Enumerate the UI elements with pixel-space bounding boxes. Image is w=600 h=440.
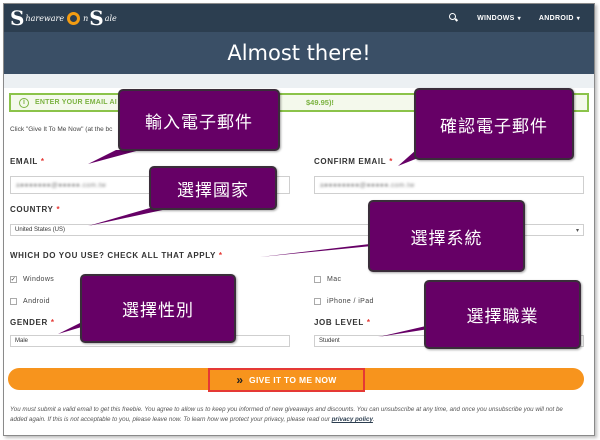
search-icon[interactable]: [449, 13, 459, 23]
required-mark: *: [389, 157, 393, 166]
logo-word: hareware: [25, 13, 65, 23]
disclaimer-end: .: [372, 416, 375, 423]
required-mark: *: [40, 157, 45, 166]
os-option-mac[interactable]: Mac: [314, 276, 341, 283]
required-mark: *: [218, 251, 223, 260]
required-mark: *: [56, 205, 61, 214]
header-divider-strip: [4, 74, 594, 88]
os-option-iphone[interactable]: iPhone / iPad: [314, 298, 374, 305]
top-navigation-bar: S hareware n S ale WINDOWS ▾ ANDROID ▾: [4, 4, 594, 32]
country-label: COUNTRY *: [10, 205, 60, 214]
chevron-down-icon: ▾: [576, 15, 580, 22]
callout-email: 輸入電子郵件: [118, 89, 280, 151]
callout-confirm: 確認電子郵件: [414, 88, 574, 160]
alert-price: $49.95)!: [306, 98, 334, 107]
label-text: JOB LEVEL: [314, 318, 364, 327]
checkbox[interactable]: [10, 298, 17, 305]
required-mark: *: [50, 318, 55, 327]
required-mark: *: [366, 318, 371, 327]
option-label: iPhone / iPad: [327, 298, 374, 305]
info-icon: i: [19, 97, 29, 108]
job-level-label: JOB LEVEL *: [314, 318, 371, 327]
callout-os: 選擇系統: [368, 200, 525, 272]
email-label: EMAIL *: [10, 157, 45, 166]
os-option-windows[interactable]: ✓ Windows: [10, 276, 54, 283]
submit-label: GIVE IT TO ME NOW: [249, 375, 337, 385]
email-value: a●●●●●●●@●●●●●.com.tw: [16, 181, 107, 189]
option-label: Android: [23, 298, 50, 305]
checkbox[interactable]: ✓: [10, 276, 17, 283]
confirm-email-value: a●●●●●●●●@●●●●●.com.tw: [320, 181, 415, 189]
country-value: United States (US): [15, 227, 66, 233]
label-text: CONFIRM EMAIL: [314, 157, 387, 166]
nav-label: ANDROID: [538, 14, 574, 22]
main-nav: WINDOWS ▾ ANDROID ▾: [449, 4, 580, 32]
job-level-value: Student: [319, 338, 340, 344]
logo-word: n: [83, 13, 89, 23]
privacy-policy-link[interactable]: privacy policy: [332, 416, 373, 423]
label-text: WHICH DO YOU USE? CHECK ALL THAT APPLY: [10, 251, 216, 260]
logo-initial: S: [89, 6, 104, 30]
site-logo[interactable]: S hareware n S ale: [10, 6, 118, 30]
checkbox[interactable]: [314, 298, 321, 305]
page-title: Almost there!: [227, 41, 371, 65]
logo-ring-icon: [67, 11, 81, 25]
chevron-down-icon: ▾: [517, 15, 521, 22]
callout-job: 選擇職業: [424, 280, 581, 349]
option-label: Windows: [23, 276, 55, 283]
callout-country: 選擇國家: [149, 166, 277, 210]
logo-word: ale: [104, 13, 117, 23]
disclaimer-body: You must submit a valid email to get thi…: [10, 406, 563, 423]
logo-initial: S: [10, 6, 25, 30]
hero-banner: Almost there!: [4, 32, 594, 74]
submit-button[interactable]: » GIVE IT TO ME NOW: [208, 368, 365, 392]
nav-label: WINDOWS: [477, 14, 515, 22]
label-text: EMAIL: [10, 157, 38, 166]
nav-windows[interactable]: WINDOWS ▾: [477, 15, 521, 22]
os-option-android[interactable]: Android: [10, 298, 50, 305]
option-label: Mac: [327, 276, 342, 283]
nav-android[interactable]: ANDROID ▾: [539, 15, 580, 22]
intro-text: Click "Give It To Me Now" (at the bc: [10, 126, 113, 133]
gender-value: Male: [15, 338, 29, 344]
disclaimer-text: You must submit a valid email to get thi…: [10, 405, 580, 425]
alert-text: ENTER YOUR EMAIL AI: [35, 99, 117, 106]
confirm-email-label: CONFIRM EMAIL *: [314, 157, 393, 166]
callout-gender: 選擇性別: [80, 274, 236, 343]
os-question-label: WHICH DO YOU USE? CHECK ALL THAT APPLY *: [10, 251, 223, 260]
gender-label: GENDER *: [10, 318, 55, 327]
label-text: GENDER: [10, 318, 48, 327]
chevron-down-icon: ▾: [575, 227, 579, 234]
double-chevron-right-icon: »: [236, 373, 242, 387]
confirm-email-input[interactable]: a●●●●●●●●@●●●●●.com.tw: [314, 176, 584, 194]
checkbox[interactable]: [314, 276, 321, 283]
label-text: COUNTRY: [10, 205, 54, 214]
